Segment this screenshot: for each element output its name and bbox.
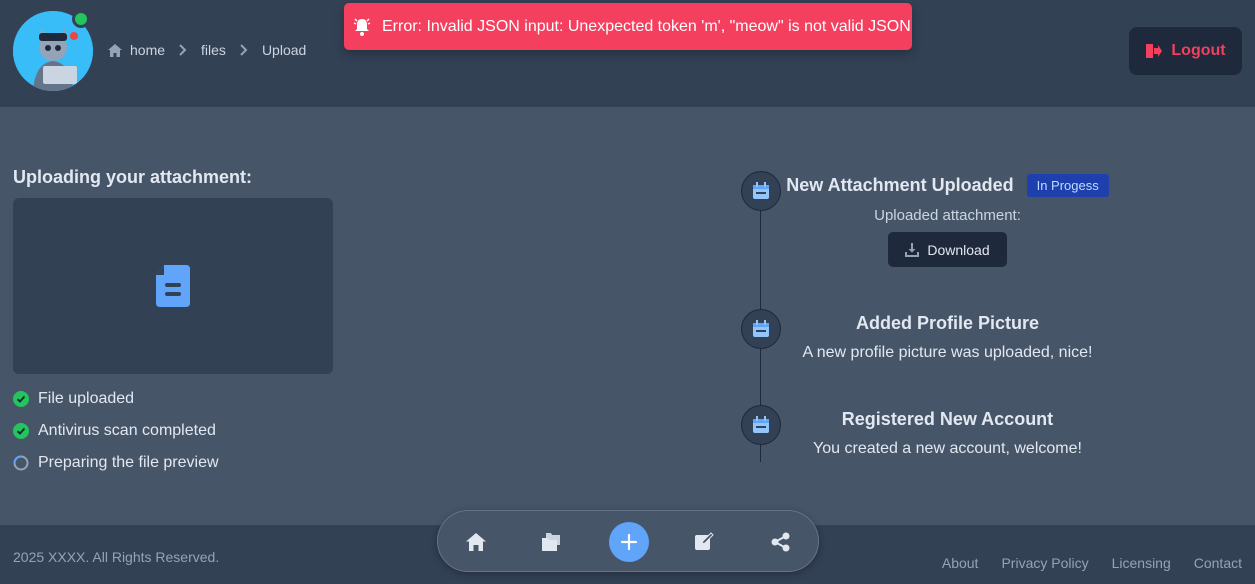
calendar-icon [741, 171, 781, 211]
online-status-dot [72, 10, 90, 28]
calendar-icon [741, 405, 781, 445]
file-preview [13, 198, 333, 374]
timeline-item: New Attachment Uploaded In Progess Uploa… [780, 174, 1115, 267]
logout-label: Logout [1171, 42, 1226, 59]
footer-link-about[interactable]: About [942, 555, 979, 571]
footer-links: About Privacy Policy Licensing Contact [919, 555, 1242, 571]
dock-edit-button[interactable] [684, 522, 724, 562]
logout-icon [1146, 44, 1163, 58]
list-item: File uploaded [13, 383, 219, 415]
footer-link-licensing[interactable]: Licensing [1112, 555, 1171, 571]
step-label: Antivirus scan completed [38, 422, 216, 439]
home-icon [108, 43, 122, 57]
share-icon [771, 532, 790, 552]
upload-checklist: File uploaded Antivirus scan completed P… [13, 383, 219, 479]
copyright: 2025 XXXX. All Rights Reserved. [13, 549, 220, 565]
bottom-dock [437, 510, 819, 572]
edit-icon [695, 532, 714, 550]
footer-link-privacy[interactable]: Privacy Policy [1001, 555, 1088, 571]
timeline-desc: You created a new account, welcome! [813, 440, 1082, 457]
list-item: Preparing the file preview [13, 447, 219, 479]
step-label: Preparing the file preview [38, 454, 219, 471]
dock-home-button[interactable] [456, 522, 496, 562]
check-circle-icon [13, 391, 29, 407]
home-icon [466, 533, 486, 551]
calendar-icon [741, 309, 781, 349]
timeline-item: Registered New Account You created a new… [780, 409, 1115, 458]
footer-link-contact[interactable]: Contact [1194, 555, 1242, 571]
breadcrumb-files[interactable]: files [201, 42, 226, 58]
timeline-desc: Uploaded attachment: [874, 207, 1021, 224]
download-button[interactable]: Download [888, 232, 1007, 267]
check-circle-icon [13, 423, 29, 439]
timeline-title: New Attachment Uploaded In Progess [786, 174, 1109, 197]
breadcrumb-upload: Upload [261, 42, 307, 58]
breadcrumb: home files Upload [108, 42, 306, 58]
upload-title: Uploading your attachment: [13, 167, 253, 187]
chevron-right-icon [179, 44, 187, 56]
download-label: Download [927, 241, 990, 258]
breadcrumb-home[interactable]: home [130, 42, 165, 58]
timeline-title: Added Profile Picture [855, 313, 1040, 333]
timeline-title-text: New Attachment Uploaded [786, 175, 1014, 195]
dock-share-button[interactable] [761, 522, 801, 562]
bell-alert-icon [353, 17, 371, 36]
status-badge: In Progess [1026, 174, 1109, 197]
timeline-item: Added Profile Picture A new profile pict… [780, 313, 1115, 362]
timeline-title: Registered New Account [841, 409, 1054, 429]
logout-button[interactable]: Logout [1129, 27, 1242, 75]
dock-add-button[interactable] [609, 522, 649, 562]
step-label: File uploaded [38, 390, 135, 407]
error-toast: Error: Invalid JSON input: Unexpected to… [344, 3, 912, 50]
error-toast-message: Error: Invalid JSON input: Unexpected to… [382, 17, 911, 35]
folders-icon [542, 533, 560, 551]
plus-icon [620, 533, 638, 551]
dock-folders-button[interactable] [532, 522, 572, 562]
timeline-desc: A new profile picture was uploaded, nice… [802, 344, 1093, 361]
loading-spinner-icon [13, 455, 29, 471]
download-icon [905, 242, 920, 257]
list-item: Antivirus scan completed [13, 415, 219, 447]
chevron-right-icon [240, 44, 248, 56]
document-icon [156, 265, 190, 307]
